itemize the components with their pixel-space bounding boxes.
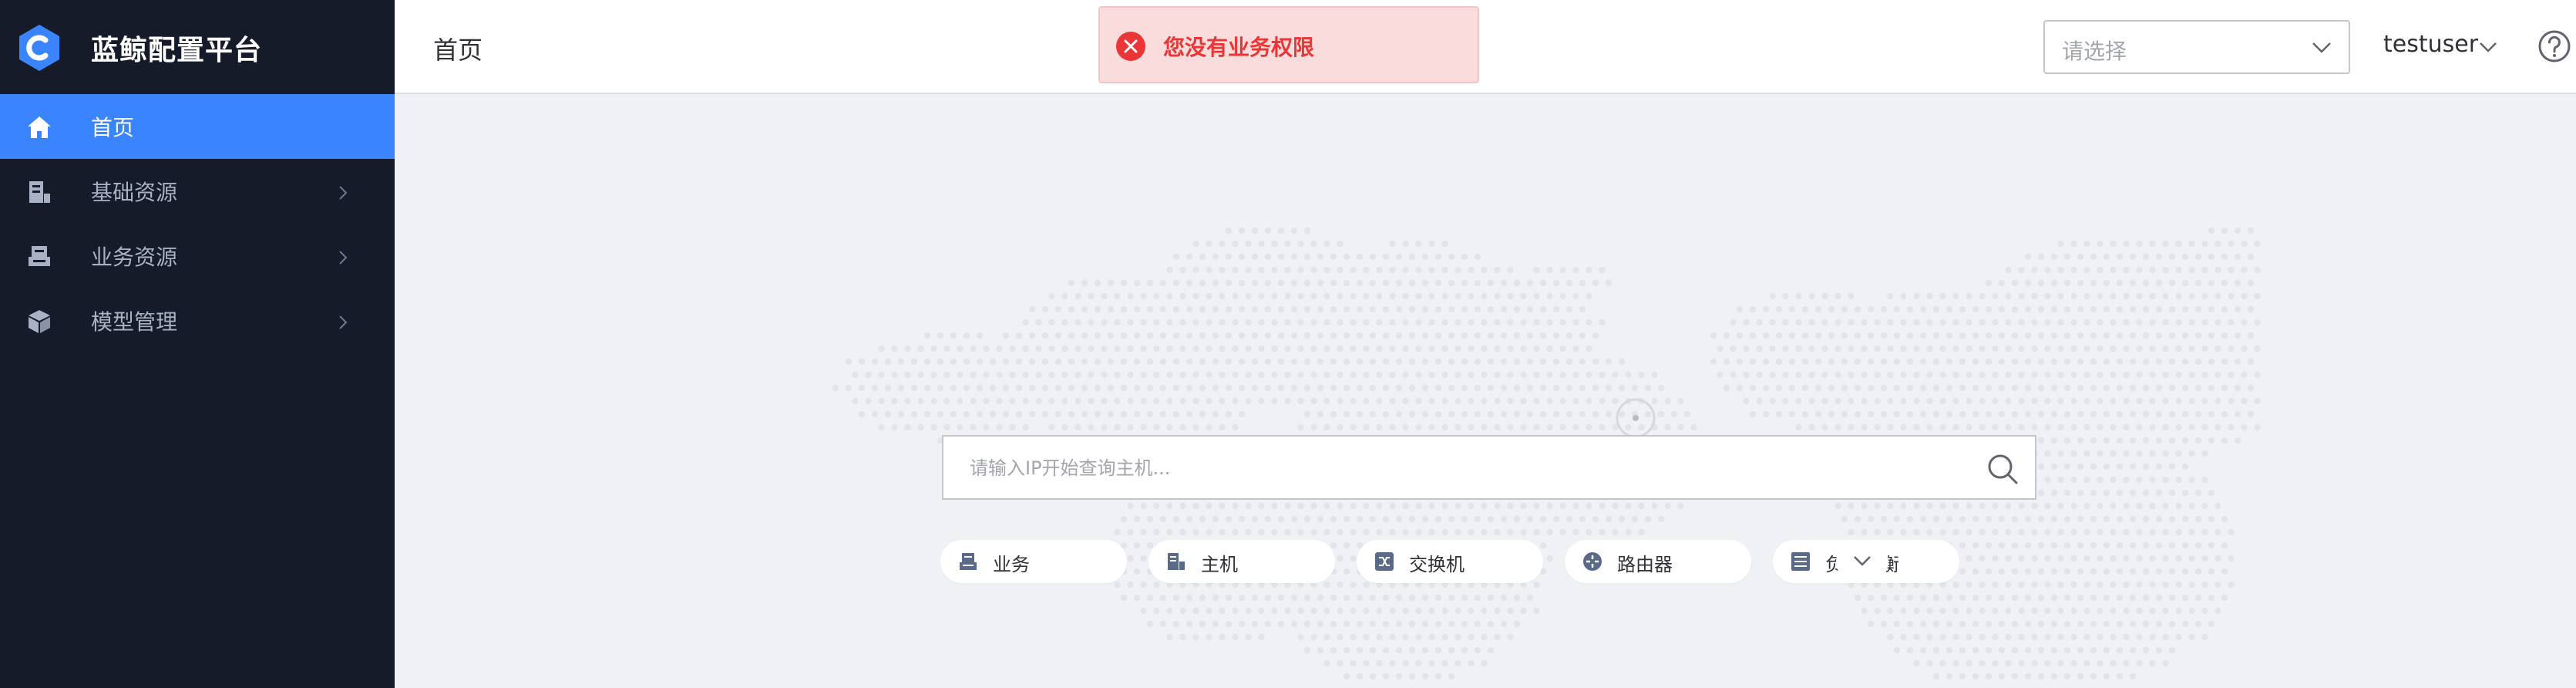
main-content: 业务 主机 交换机 路由器	[395, 94, 2576, 688]
business-select-placeholder: 请选择	[2062, 39, 2127, 64]
toast-message: 您没有业务权限	[1163, 35, 1315, 60]
more-filters-button[interactable]	[1836, 540, 1888, 583]
page-title: 首页	[433, 35, 483, 65]
chip-label: 业务	[993, 554, 1030, 575]
switch-icon	[1375, 552, 1394, 571]
sidebar-item-label: 首页	[91, 115, 135, 140]
chevron-right-icon	[339, 315, 348, 329]
chip-host[interactable]: 主机	[1148, 540, 1335, 583]
load-balance-icon	[1791, 552, 1810, 571]
home-icon	[28, 116, 51, 138]
business-select[interactable]: 请选择	[2043, 20, 2350, 74]
cmdb-logo-icon	[19, 25, 59, 71]
business-icon	[960, 553, 977, 570]
host-icon	[1168, 553, 1185, 570]
top-header: 首页 请选择 testuser	[395, 0, 2576, 94]
router-icon	[1583, 552, 1602, 571]
help-icon[interactable]	[2537, 29, 2571, 63]
app-title: 蓝鲸配置平台	[91, 35, 263, 66]
sidebar-item-label: 业务资源	[91, 245, 178, 270]
chip-label: 路由器	[1617, 554, 1673, 575]
sidebar-nav: 首页 基础资源 业务资源 模型管理	[0, 94, 395, 353]
chip-label: 主机	[1201, 554, 1238, 575]
search-icon[interactable]	[1986, 452, 2019, 486]
chevron-down-icon[interactable]	[2478, 41, 2498, 53]
chevron-right-icon	[339, 186, 348, 200]
sidebar-item-model-management[interactable]: 模型管理	[0, 288, 395, 353]
world-map-background	[832, 227, 2261, 680]
chevron-down-icon	[2312, 42, 2331, 53]
chip-business[interactable]: 业务	[940, 540, 1127, 583]
user-menu[interactable]: testuser	[2383, 31, 2478, 58]
quick-filter-chips: 业务 主机 交换机 路由器	[940, 540, 2058, 583]
brand[interactable]: 蓝鲸配置平台	[0, 0, 395, 94]
chip-router[interactable]: 路由器	[1565, 540, 1751, 583]
chevron-right-icon	[339, 251, 348, 265]
sidebar-item-label: 模型管理	[91, 309, 178, 335]
sidebar-item-business-resources[interactable]: 业务资源	[0, 224, 395, 288]
sidebar-item-home[interactable]: 首页	[0, 94, 395, 159]
model-icon	[29, 310, 50, 333]
sidebar: 蓝鲸配置平台 首页 基础资源 业务资源 模型管理	[0, 0, 395, 688]
sidebar-item-label: 基础资源	[91, 180, 178, 205]
business-resource-icon	[29, 246, 50, 266]
error-toast: 您没有业务权限	[1098, 6, 1479, 83]
chip-switch[interactable]: 交换机	[1357, 540, 1543, 583]
chip-label: 交换机	[1409, 554, 1465, 575]
sidebar-item-basic-resources[interactable]: 基础资源	[0, 159, 395, 224]
resource-icon	[29, 181, 50, 203]
error-icon	[1116, 32, 1145, 61]
host-search-box[interactable]	[942, 435, 2036, 500]
search-input[interactable]	[968, 454, 1958, 483]
chevron-down-icon	[1854, 556, 1871, 566]
